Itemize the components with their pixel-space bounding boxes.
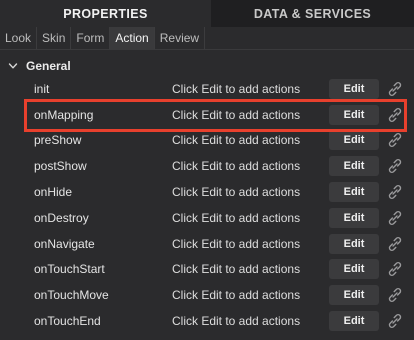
edit-button[interactable]: Edit [329, 259, 379, 280]
edit-button[interactable]: Edit [329, 207, 379, 228]
edit-button[interactable]: Edit [329, 130, 379, 151]
link-icon[interactable] [387, 313, 403, 329]
link-icon[interactable] [387, 158, 403, 174]
action-row-init: init Click Edit to add actions Edit [0, 76, 414, 102]
action-description: Click Edit to add actions [172, 314, 301, 329]
action-description: Click Edit to add actions [172, 236, 301, 251]
tab-data-services[interactable]: DATA & SERVICES [211, 0, 414, 27]
top-tab-bar: PROPERTIES DATA & SERVICES [0, 0, 414, 27]
properties-panel: PROPERTIES DATA & SERVICES Look Skin For… [0, 0, 414, 340]
action-name: preShow [34, 133, 82, 148]
action-row-ontouchmove: onTouchMove Click Edit to add actions Edit [0, 282, 414, 308]
edit-button[interactable]: Edit [329, 285, 379, 306]
link-icon[interactable] [387, 210, 403, 226]
link-icon[interactable] [387, 261, 403, 277]
action-row-postshow: postShow Click Edit to add actions Edit [0, 153, 414, 179]
action-row-onnavigate: onNavigate Click Edit to add actions Edit [0, 231, 414, 257]
action-description: Click Edit to add actions [172, 288, 301, 303]
subtab-look[interactable]: Look [0, 27, 38, 49]
action-name: onMapping [34, 107, 94, 122]
action-name: onDestroy [34, 210, 89, 225]
action-name: onNavigate [34, 236, 95, 251]
action-name: onTouchMove [34, 288, 109, 303]
action-row-ondestroy: onDestroy Click Edit to add actions Edit [0, 205, 414, 231]
chevron-down-icon[interactable] [8, 61, 18, 71]
sub-tab-bar: Look Skin Form Action Review [0, 27, 414, 50]
edit-button[interactable]: Edit [329, 311, 379, 332]
action-description: Click Edit to add actions [172, 185, 301, 200]
subtab-form[interactable]: Form [71, 27, 111, 49]
section-general-header[interactable]: General [0, 56, 71, 76]
link-icon[interactable] [387, 184, 403, 200]
tab-properties[interactable]: PROPERTIES [0, 0, 211, 27]
action-name: onHide [34, 185, 73, 200]
action-row-onhide: onHide Click Edit to add actions Edit [0, 179, 414, 205]
link-icon[interactable] [387, 236, 403, 252]
subtab-skin[interactable]: Skin [37, 27, 72, 49]
subtab-review[interactable]: Review [155, 27, 206, 49]
action-row-onmapping: onMapping Click Edit to add actions Edit [0, 102, 414, 128]
link-icon[interactable] [387, 132, 403, 148]
action-name: postShow [34, 159, 87, 174]
action-description: Click Edit to add actions [172, 81, 301, 96]
link-icon[interactable] [387, 81, 403, 97]
action-name: onTouchStart [34, 262, 105, 277]
edit-button[interactable]: Edit [329, 182, 379, 203]
action-name: init [34, 81, 50, 96]
action-name: onTouchEnd [34, 314, 101, 329]
action-description: Click Edit to add actions [172, 262, 301, 277]
action-list: init Click Edit to add actions Edit onMappi… [0, 76, 414, 334]
edit-button[interactable]: Edit [329, 104, 379, 125]
action-row-preshow: preShow Click Edit to add actions Edit [0, 128, 414, 154]
action-row-ontouchend: onTouchEnd Click Edit to add actions Edit [0, 308, 414, 334]
subtab-action[interactable]: Action [110, 27, 155, 49]
action-description: Click Edit to add actions [172, 159, 301, 174]
section-title: General [26, 59, 71, 73]
edit-button[interactable]: Edit [329, 156, 379, 177]
action-row-ontouchstart: onTouchStart Click Edit to add actions Edi… [0, 257, 414, 283]
edit-button[interactable]: Edit [329, 78, 379, 99]
edit-button[interactable]: Edit [329, 233, 379, 254]
action-description: Click Edit to add actions [172, 107, 301, 122]
action-description: Click Edit to add actions [172, 133, 301, 148]
link-icon[interactable] [387, 287, 403, 303]
link-icon[interactable] [387, 107, 403, 123]
action-description: Click Edit to add actions [172, 210, 301, 225]
